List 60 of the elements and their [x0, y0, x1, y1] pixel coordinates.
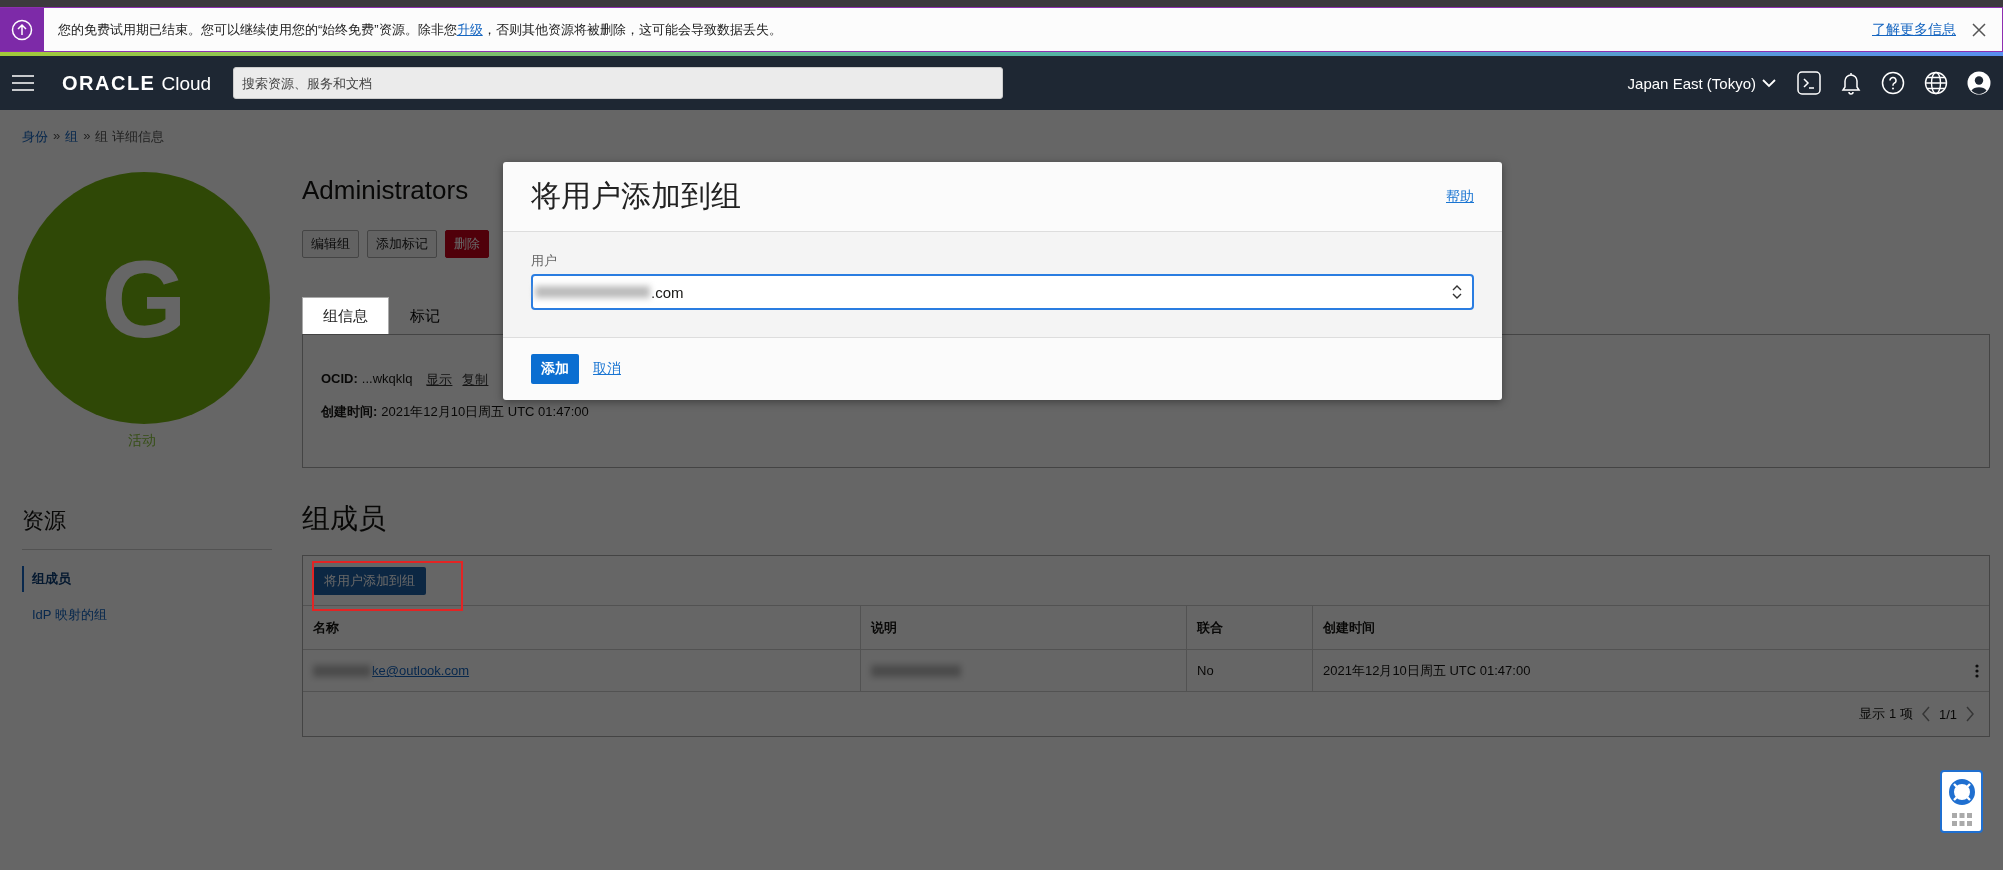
cancel-link[interactable]: 取消 — [593, 360, 621, 378]
breadcrumb-item[interactable]: 身份 — [22, 128, 48, 146]
field-label: OCID: — [321, 371, 358, 388]
column-header: 说明 — [861, 606, 1187, 649]
breadcrumb-item: 组 详细信息 — [95, 128, 165, 146]
notification-bell-icon[interactable] — [1840, 71, 1862, 95]
breadcrumb-item[interactable]: 组 — [65, 128, 79, 146]
user-select[interactable]: .com — [531, 274, 1474, 310]
field-label: 创建时间: — [321, 403, 378, 421]
page-title: Administrators — [302, 175, 469, 206]
section-heading: 资源 — [22, 507, 67, 535]
tab[interactable]: 标记 — [389, 297, 461, 334]
upgrade-icon — [11, 18, 33, 41]
upgrade-link[interactable]: 升级 — [456, 21, 483, 37]
logo[interactable]: ORACLE Cloud — [62, 71, 212, 95]
ocid-value: ...wkqklq — [361, 371, 413, 388]
search-field[interactable]: 搜索资源、服务和文档 — [233, 67, 1004, 99]
group-avatar: G — [18, 172, 270, 424]
text-link[interactable]: 显示 — [426, 371, 453, 389]
help-link[interactable]: 帮助 — [1446, 187, 1474, 206]
lifebuoy-icon — [1947, 777, 1976, 806]
help-widget[interactable] — [1940, 770, 1983, 833]
close-icon[interactable] — [1972, 22, 1986, 37]
select-arrows-icon — [1452, 285, 1462, 299]
tab[interactable]: 组信息 — [302, 297, 389, 334]
user-avatar-icon[interactable] — [1967, 71, 1991, 95]
created-value: 2021年12月10日周五 UTC 01:47:00 — [381, 403, 589, 421]
action-button[interactable]: 编辑组 — [302, 230, 359, 258]
kebab-menu-icon[interactable] — [1975, 663, 1979, 678]
column-header: 联合 — [1187, 606, 1313, 649]
language-globe-icon[interactable] — [1924, 71, 1948, 95]
help-icon[interactable] — [1881, 71, 1905, 95]
add-button[interactable]: 添加 — [531, 354, 579, 384]
field-label: 用户 — [531, 252, 557, 270]
item-count: 显示 1 项 — [1859, 705, 1913, 723]
banner-message: 您的免费试用期已结束。您可以继续使用您的“始终免费”资源。除非您升级，否则其他资源将被删除，这可能会导致数据丢失。 — [58, 20, 782, 39]
column-header: 名称 — [303, 606, 861, 649]
resource-nav-item[interactable]: 组成员 — [22, 566, 79, 592]
table-cell: No — [1187, 650, 1313, 691]
dialog-title: 将用户添加到组 — [531, 178, 741, 214]
table-cell: 2021年12月10日周五 UTC 01:47:00 — [1323, 661, 1531, 680]
user-link[interactable]: ke@outlook.com — [372, 663, 470, 678]
add-user-button[interactable]: 将用户添加到组 — [313, 566, 426, 595]
delete-button[interactable]: 删除 — [445, 230, 489, 258]
region-selector[interactable]: Japan East (Tokyo) — [1627, 74, 1776, 92]
action-button[interactable]: 添加标记 — [367, 230, 437, 258]
resource-nav-item[interactable]: IdP 映射的组 — [22, 602, 115, 628]
column-header: 创建时间 — [1322, 618, 1376, 637]
grid-icon — [1951, 812, 1972, 826]
text-link[interactable]: 复制 — [462, 371, 489, 389]
breadcrumb-separator: » — [83, 128, 91, 145]
terminal-icon[interactable] — [1797, 71, 1821, 95]
select-value: .com — [651, 283, 684, 301]
breadcrumb-separator: » — [53, 128, 61, 145]
menu-icon[interactable] — [12, 75, 34, 91]
section-heading: 组成员 — [302, 502, 386, 536]
learn-more-link[interactable]: 了解更多信息 — [1872, 20, 1956, 39]
status-label: 活动 — [128, 432, 156, 450]
chevron-down-icon — [1762, 78, 1776, 88]
page-indicator: 1/1 — [1938, 706, 1957, 722]
